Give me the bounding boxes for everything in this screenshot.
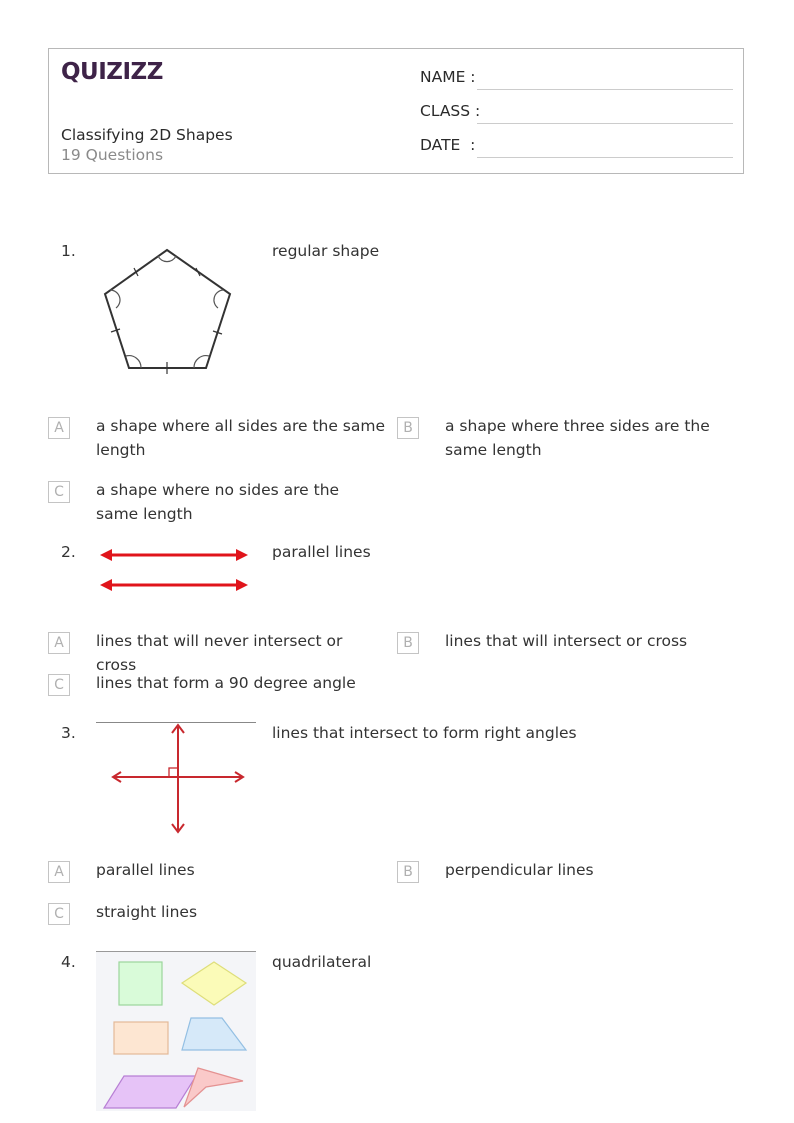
option-letter-box: B [397,632,419,654]
option-text: lines that form a 90 degree angle [96,674,356,692]
regular-pentagon-icon [103,248,232,374]
option-letter-box: C [48,481,70,503]
option-text: a shape where all sides are the same len… [96,417,386,459]
quadrilaterals-icon [96,951,256,1111]
class-field-line[interactable] [477,123,733,124]
worksheet-header: QUIZIZZ Classifying 2D Shapes 19 Questio… [48,48,744,174]
question-number: 1. [61,242,76,260]
name-field-label: NAME : [420,68,476,86]
question-number: 3. [61,724,76,742]
name-field-line[interactable] [477,89,733,90]
option-text: straight lines [96,903,198,921]
question-prompt: lines that intersect to form right angle… [272,724,577,742]
question-prompt: regular shape [272,242,380,260]
date-field-label: DATE : [420,136,476,154]
worksheet-title: Classifying 2D Shapes [61,126,233,144]
option-text: lines that will never intersect or cross [96,632,343,674]
parallel-arrows-icon [100,549,248,591]
quizizz-logo: QUIZIZZ [61,59,163,85]
option-text: a shape where no sides are the same leng… [96,481,340,523]
question-prompt: parallel lines [272,543,371,561]
option-letter-box: B [397,417,419,439]
option-text: lines that will intersect or cross [445,632,688,650]
option-letter-box: C [48,674,70,696]
option-letter-box: A [48,417,70,439]
question-prompt: quadrilateral [272,953,372,971]
option-letter-box: A [48,632,70,654]
option-letter-box: C [48,903,70,925]
option-text: parallel lines [96,861,195,879]
perpendicular-arrows-icon [96,722,256,834]
class-field-label: CLASS : [420,102,481,120]
option-text: a shape where three sides are the same l… [445,417,710,459]
option-text: perpendicular lines [445,861,594,879]
question-count: 19 Questions [61,146,164,164]
question-number: 4. [61,953,76,971]
date-field-line[interactable] [477,157,733,158]
option-letter-box: A [48,861,70,883]
option-letter-box: B [397,861,419,883]
question-number: 2. [61,543,76,561]
